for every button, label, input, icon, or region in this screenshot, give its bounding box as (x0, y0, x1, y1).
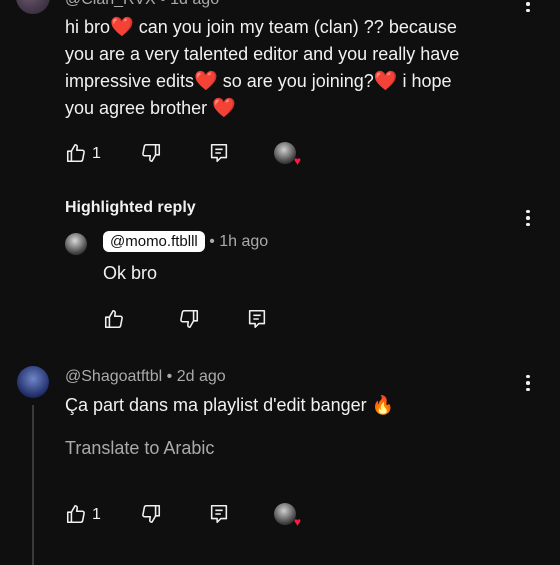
dislike-icon[interactable] (140, 503, 162, 525)
dislike-icon[interactable] (178, 308, 200, 330)
comment-1-time: 1d ago (170, 0, 219, 8)
highlighted-reply-more-icon[interactable] (518, 206, 538, 230)
heart-emoji: ❤️ (194, 71, 218, 92)
comment-2-author[interactable]: @Shagoatftbl (65, 368, 162, 385)
reply-time: 1h ago (219, 233, 269, 250)
like-icon[interactable] (65, 503, 87, 525)
reply-icon[interactable] (246, 308, 268, 330)
comment-1-header: @Clan_RVX • 1d ago (65, 0, 219, 9)
comment-2-header: @Shagoatftbl • 2d ago (65, 368, 226, 386)
thread-line (32, 405, 34, 565)
creator-heart-icon: ♥ (274, 503, 301, 528)
avatar-clan-rvx[interactable] (16, 0, 50, 14)
highlighted-reply-label: Highlighted reply (65, 199, 196, 216)
avatar-momo[interactable] (65, 233, 87, 255)
dot-separator: • (166, 368, 177, 385)
comment-1-text: hi bro❤️ can you join my team (clan) ?? … (65, 17, 460, 119)
comment-2-text: Ça part dans ma playlist d'edit banger 🔥 (65, 395, 395, 415)
creator-heart-icon: ♥ (274, 142, 301, 167)
dot-separator: • (160, 0, 170, 8)
comment-2-like-count: 1 (92, 506, 101, 523)
reply-icon[interactable] (208, 503, 230, 525)
reply-icon[interactable] (208, 142, 230, 164)
dot-separator: • (209, 233, 220, 250)
reply-header: @momo.ftblll • 1h ago (103, 231, 269, 252)
reply-author[interactable]: @momo.ftblll (103, 231, 205, 252)
dislike-icon[interactable] (140, 142, 162, 164)
like-icon[interactable] (103, 308, 125, 330)
fire-emoji: 🔥 (371, 395, 395, 415)
comment-2-time: 2d ago (176, 368, 226, 385)
comment-1-author[interactable]: @Clan_RVX (65, 0, 156, 8)
heart-emoji: ❤️ (212, 98, 236, 119)
heart-emoji: ❤️ (373, 71, 398, 92)
like-icon[interactable] (65, 142, 87, 164)
comment-2-more-icon[interactable] (518, 371, 538, 395)
translate-link[interactable]: Translate to Arabic (65, 438, 214, 459)
comment-1-like-count: 1 (92, 145, 101, 162)
reply-text: Ok bro (103, 263, 158, 283)
avatar-shagoatftbl[interactable] (17, 366, 49, 398)
heart-emoji: ❤️ (110, 17, 134, 38)
